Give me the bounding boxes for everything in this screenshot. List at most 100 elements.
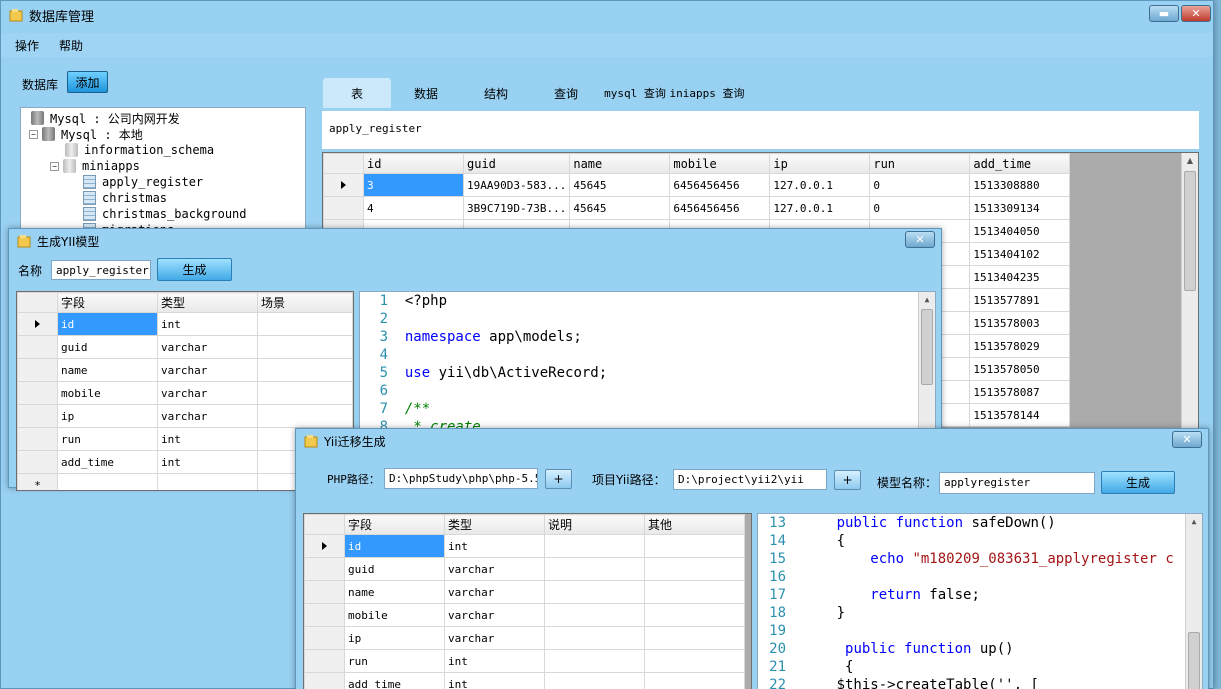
grid-cell[interactable]: varchar	[157, 404, 258, 428]
collapse-icon[interactable]: −	[50, 161, 59, 171]
grid-cell[interactable]: 1513578029	[969, 334, 1071, 358]
grid-cell[interactable]: add_time	[344, 672, 445, 689]
row-header[interactable]	[304, 603, 345, 627]
grid-cell[interactable]: run	[57, 427, 158, 451]
grid-cell[interactable]: 1513578050	[969, 357, 1071, 381]
grid-cell[interactable]	[644, 626, 745, 650]
menu-item-help[interactable]: 帮助	[59, 37, 83, 54]
grid-cell[interactable]: 1513578144	[969, 403, 1071, 427]
grid-cell[interactable]: int	[157, 427, 258, 451]
grid-cell[interactable]	[544, 580, 645, 604]
grid-cell[interactable]: 6456456456	[669, 173, 771, 197]
grid-cell[interactable]: ip	[57, 404, 158, 428]
scroll-up-icon[interactable]: ▲	[1182, 153, 1198, 169]
table-row[interactable]: id int	[304, 534, 745, 558]
grid-cell[interactable]	[57, 473, 158, 490]
grid-cell[interactable]: add_time	[57, 450, 158, 474]
table-row[interactable]: name varchar	[17, 358, 353, 382]
column-header-mobile[interactable]: mobile	[669, 153, 771, 174]
table-row[interactable]: name varchar	[304, 580, 745, 604]
model-name-input[interactable]: apply_register	[51, 260, 151, 280]
scroll-thumb[interactable]	[1188, 632, 1200, 689]
grid-cell[interactable]: int	[157, 450, 258, 474]
tab-table[interactable]: 表	[323, 78, 391, 108]
table-row[interactable]: guid varchar	[304, 557, 745, 581]
row-header[interactable]	[323, 173, 364, 197]
grid-cell[interactable]: 1513404235	[969, 265, 1071, 289]
php-path-plus-button[interactable]: +	[545, 469, 572, 489]
grid-cell[interactable]: 1513578003	[969, 311, 1071, 335]
row-header[interactable]	[304, 626, 345, 650]
column-header-id[interactable]: id	[363, 153, 464, 174]
column-header[interactable]: 字段	[344, 514, 445, 535]
grid-cell[interactable]: name	[344, 580, 445, 604]
grid-cell[interactable]	[544, 626, 645, 650]
row-header[interactable]	[304, 534, 345, 558]
column-header-run[interactable]: run	[869, 153, 971, 174]
grid-cell[interactable]	[544, 557, 645, 581]
tree-node-information-schema[interactable]: information_schema	[65, 142, 214, 158]
column-header[interactable]: 说明	[544, 514, 645, 535]
grid-cell[interactable]: int	[444, 649, 545, 673]
model-close-button[interactable]: ✕	[905, 231, 935, 248]
tab-mysql-query[interactable]: mysql 查询	[601, 78, 669, 108]
grid-cell[interactable]: 1513308880	[969, 173, 1071, 197]
column-header[interactable]: 类型	[444, 514, 545, 535]
grid-cell[interactable]: 3	[363, 173, 464, 197]
grid-cell[interactable]: varchar	[444, 580, 545, 604]
grid-cell[interactable]: 1513404102	[969, 242, 1071, 266]
row-header[interactable]	[17, 381, 58, 405]
table-row[interactable]: add_time int	[304, 672, 745, 689]
table-row[interactable]: guid varchar	[17, 335, 353, 359]
tree-node-christmas[interactable]: christmas	[83, 190, 167, 206]
column-header[interactable]: 类型	[157, 292, 258, 313]
menu-item-operate[interactable]: 操作	[15, 37, 39, 54]
grid-cell[interactable]: guid	[57, 335, 158, 359]
row-header[interactable]	[17, 427, 58, 451]
column-header-guid[interactable]: guid	[462, 153, 571, 174]
grid-cell[interactable]: 0	[869, 196, 971, 220]
migration-close-button[interactable]: ✕	[1172, 431, 1202, 448]
close-button[interactable]: ✕	[1181, 5, 1211, 22]
column-header-add_time[interactable]: add_time	[969, 153, 1071, 174]
grid-cell[interactable]: 19AA90D3-583...	[462, 173, 571, 197]
grid-cell[interactable]	[544, 603, 645, 627]
grid-cell[interactable]: 127.0.0.1	[769, 196, 871, 220]
row-header[interactable]	[304, 649, 345, 673]
column-header-ip[interactable]: ip	[769, 153, 871, 174]
add-db-button[interactable]: 添加	[67, 71, 108, 93]
grid-cell[interactable]: mobile	[57, 381, 158, 405]
grid-cell[interactable]: 4	[363, 196, 464, 220]
row-header[interactable]	[17, 335, 58, 359]
row-header[interactable]	[17, 312, 58, 336]
scroll-up-icon[interactable]: ▲	[919, 292, 935, 308]
scroll-thumb[interactable]	[1184, 171, 1196, 291]
grid-cell[interactable]	[257, 335, 353, 359]
row-header[interactable]	[17, 358, 58, 382]
scroll-up-icon[interactable]: ▲	[1186, 514, 1202, 530]
grid-cell[interactable]	[257, 381, 353, 405]
table-row[interactable]: 4 3B9C719D-73B... 45645 6456456456 127.0.0.1…	[323, 196, 1071, 220]
grid-cell[interactable]: 6456456456	[669, 196, 771, 220]
row-header[interactable]	[17, 450, 58, 474]
column-header[interactable]: 字段	[57, 292, 158, 313]
grid-cell[interactable]: id	[57, 312, 158, 336]
grid-cell[interactable]	[644, 534, 745, 558]
row-header[interactable]	[304, 580, 345, 604]
project-path-input[interactable]: D:\project\yii2\yii	[673, 469, 827, 490]
php-path-input[interactable]: D:\phpStudy\php\php-5.5.3	[384, 468, 538, 489]
table-row[interactable]: mobile varchar	[17, 381, 353, 405]
grid-cell[interactable]: int	[444, 672, 545, 689]
table-row[interactable]: id int	[17, 312, 353, 336]
grid-cell[interactable]: 127.0.0.1	[769, 173, 871, 197]
grid-cell[interactable]: varchar	[444, 603, 545, 627]
tree-node-miniapps[interactable]: − miniapps	[50, 158, 140, 174]
grid-cell[interactable]: 1513578087	[969, 380, 1071, 404]
table-row[interactable]: run int	[304, 649, 745, 673]
grid-cell[interactable]: id	[344, 534, 445, 558]
grid-cell[interactable]: varchar	[157, 358, 258, 382]
grid-cell[interactable]: 45645	[569, 196, 671, 220]
migration-model-name-input[interactable]: applyregister	[939, 472, 1095, 494]
grid-cell[interactable]	[644, 649, 745, 673]
grid-cell[interactable]: 1513309134	[969, 196, 1071, 220]
